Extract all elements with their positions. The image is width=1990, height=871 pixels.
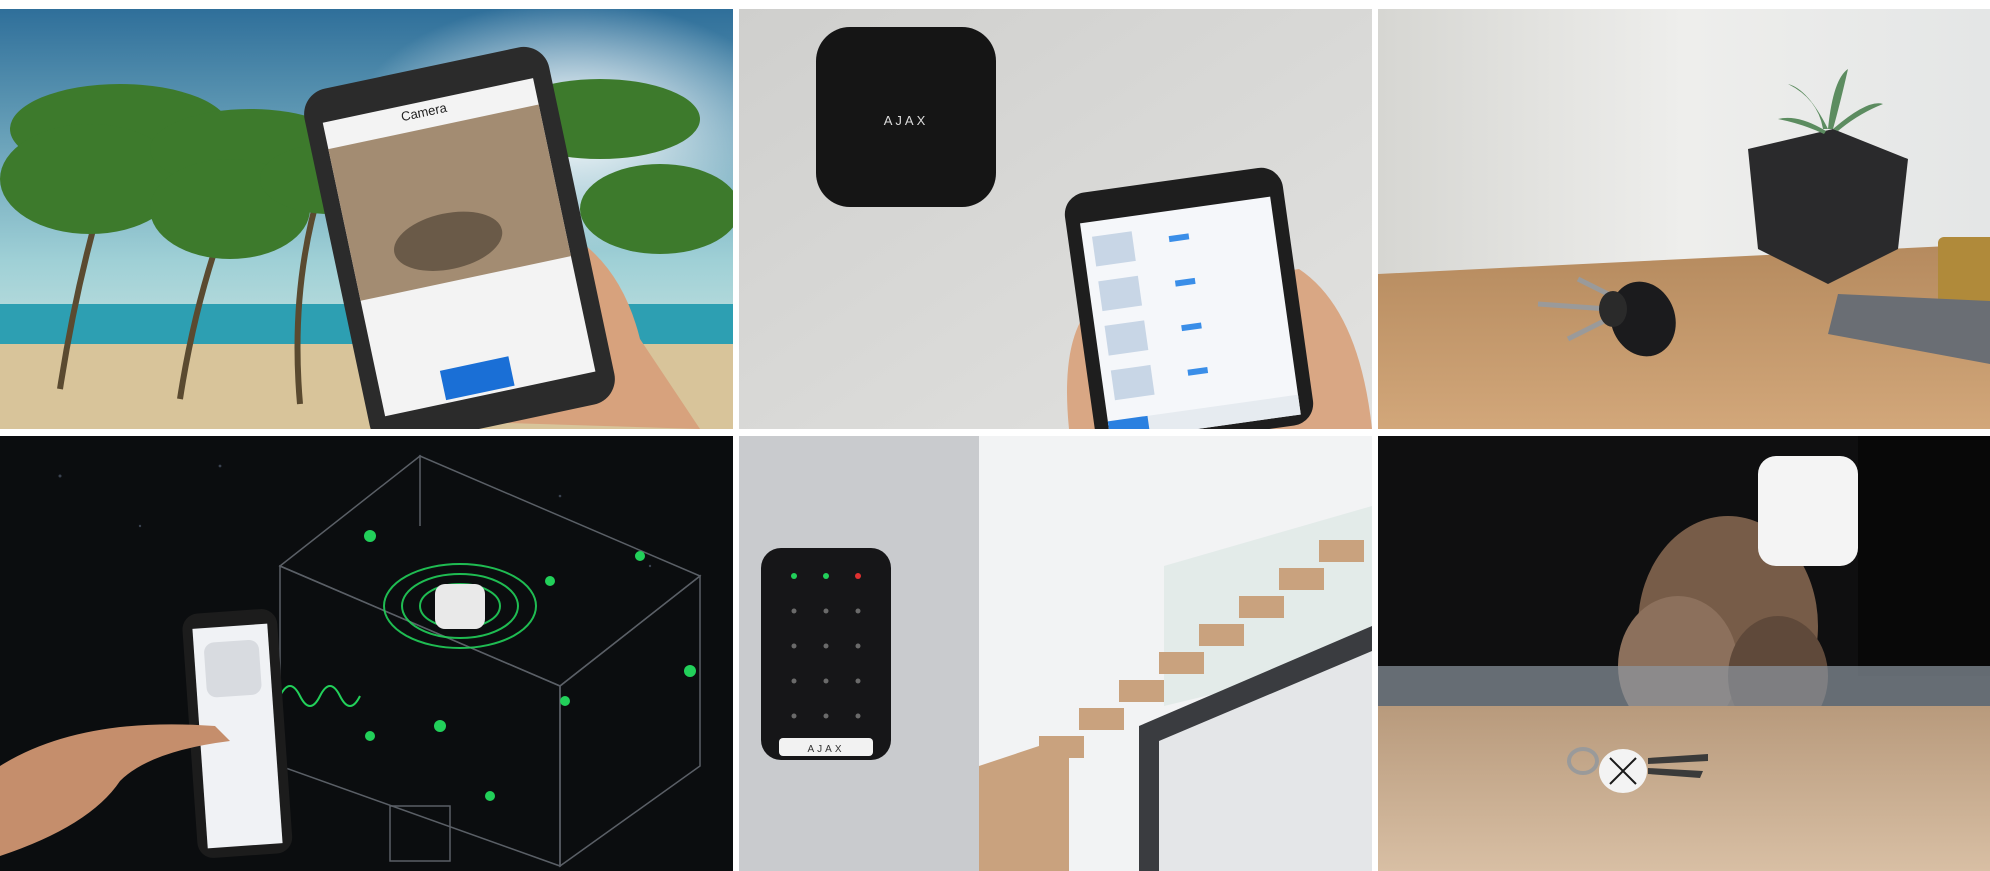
photo-beach-phone: Camera bbox=[0, 9, 733, 429]
photo-keys-table bbox=[1378, 9, 1990, 429]
keypad-device: AJAX bbox=[761, 548, 891, 760]
photo-keypad-stairs: AJAX bbox=[739, 436, 1372, 871]
hub-device: AJAX bbox=[816, 27, 996, 207]
image-collage: Camera AJAX AJAX bbox=[0, 0, 1990, 871]
photo-hub-wall: AJAX bbox=[739, 9, 1372, 429]
hub-logo-text: AJAX bbox=[884, 113, 929, 128]
illustration-smart-home bbox=[0, 436, 733, 871]
photo-keyfob-shelf bbox=[1378, 436, 1990, 871]
keypad-logo-text: AJAX bbox=[807, 744, 844, 755]
